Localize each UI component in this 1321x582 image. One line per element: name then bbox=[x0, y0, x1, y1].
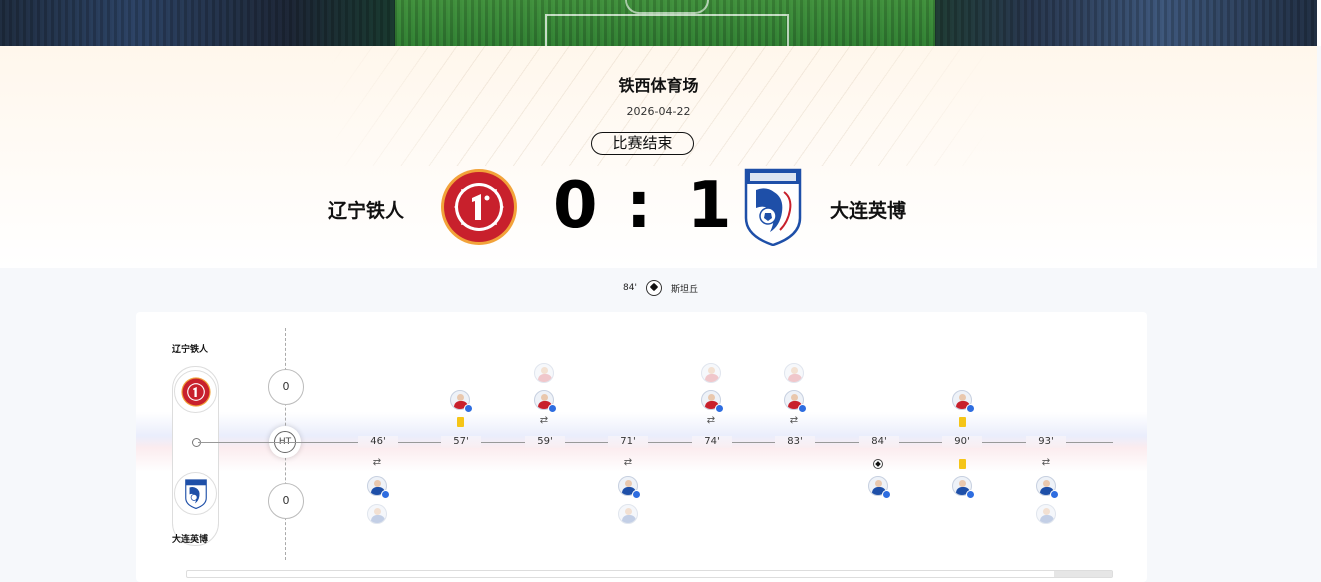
shirt-number-badge bbox=[381, 490, 390, 499]
home-team-name[interactable]: 辽宁铁人 bbox=[328, 196, 404, 223]
shirt-number-badge bbox=[966, 404, 975, 413]
goal-icon bbox=[873, 459, 883, 469]
match-date: 2026-04-22 bbox=[626, 105, 691, 118]
event-minute: 59' bbox=[525, 436, 565, 448]
substitution-icon: ⇄ bbox=[539, 415, 549, 426]
shirt-number-badge bbox=[464, 404, 473, 413]
match-header: 铁西体育场 2026-04-22 比赛结束 辽宁铁人 0 : 1 大连英博 bbox=[0, 46, 1317, 268]
away-team-badge bbox=[174, 472, 217, 515]
substitution-icon: ⇄ bbox=[706, 415, 716, 426]
home-half-score: 0 bbox=[268, 369, 304, 405]
yellow-card-icon bbox=[959, 417, 966, 427]
substitution-icon: ⇄ bbox=[789, 415, 799, 426]
player-avatar-out[interactable] bbox=[701, 363, 721, 383]
event-minute: 83' bbox=[775, 436, 815, 448]
yellow-card-icon bbox=[457, 417, 464, 427]
away-score: 1 bbox=[687, 169, 732, 243]
match-timeline: 辽宁铁人 大连英博 0 HT 0 46' 57' 59' 71' 74' 83'… bbox=[136, 312, 1147, 582]
player-avatar-out[interactable] bbox=[618, 504, 638, 524]
match-status-badge: 比赛结束 bbox=[591, 132, 694, 155]
dalian-yingbo-crest-icon bbox=[184, 478, 207, 509]
stadium-banner bbox=[0, 0, 1321, 46]
timeline-away-label: 大连英博 bbox=[172, 535, 209, 545]
shirt-number-badge bbox=[882, 490, 891, 499]
shirt-number-badge bbox=[966, 490, 975, 499]
timeline-scrollbar[interactable] bbox=[186, 570, 1113, 578]
event-minute: 46' bbox=[358, 436, 398, 448]
shirt-number-badge bbox=[548, 404, 557, 413]
shirt-number-badge bbox=[798, 404, 807, 413]
player-avatar-out[interactable] bbox=[534, 363, 554, 383]
scrollbar-thumb[interactable] bbox=[1054, 571, 1112, 577]
shirt-number-badge bbox=[1050, 490, 1059, 499]
substitution-icon: ⇄ bbox=[623, 457, 633, 468]
yellow-card-icon bbox=[959, 459, 966, 469]
home-team-badge bbox=[174, 370, 217, 413]
substitution-icon: ⇄ bbox=[372, 457, 382, 468]
liaoning-tieren-crest-icon bbox=[180, 376, 211, 407]
liaoning-tieren-crest-icon[interactable] bbox=[440, 168, 518, 246]
shirt-number-badge bbox=[632, 490, 641, 499]
away-team-name[interactable]: 大连英博 bbox=[830, 196, 906, 223]
away-half-score: 0 bbox=[268, 483, 304, 519]
event-minute: 71' bbox=[608, 436, 648, 448]
player-avatar-out[interactable] bbox=[1036, 504, 1056, 524]
event-minute: 84' bbox=[859, 436, 899, 448]
shirt-number-badge bbox=[715, 404, 724, 413]
football-icon bbox=[645, 280, 662, 296]
event-minute: 57' bbox=[441, 436, 481, 448]
crowd-image bbox=[0, 0, 1321, 46]
player-avatar-out[interactable] bbox=[784, 363, 804, 383]
home-score: 0 bbox=[553, 169, 598, 243]
score-separator: : bbox=[626, 169, 652, 243]
dalian-yingbo-crest-icon[interactable] bbox=[744, 168, 802, 246]
substitution-icon: ⇄ bbox=[1041, 457, 1051, 468]
event-minute: 90' bbox=[942, 436, 982, 448]
event-minute: 74' bbox=[692, 436, 732, 448]
goal-scorer[interactable]: 斯坦丘 bbox=[671, 282, 698, 295]
player-avatar-out[interactable] bbox=[367, 504, 387, 524]
goal-summary: 84' 斯坦丘 bbox=[0, 280, 1321, 300]
timeline-home-label: 辽宁铁人 bbox=[172, 345, 209, 355]
event-minute: 93' bbox=[1026, 436, 1066, 448]
venue-name: 铁西体育场 bbox=[618, 76, 699, 95]
goal-minute: 84' bbox=[623, 283, 637, 293]
